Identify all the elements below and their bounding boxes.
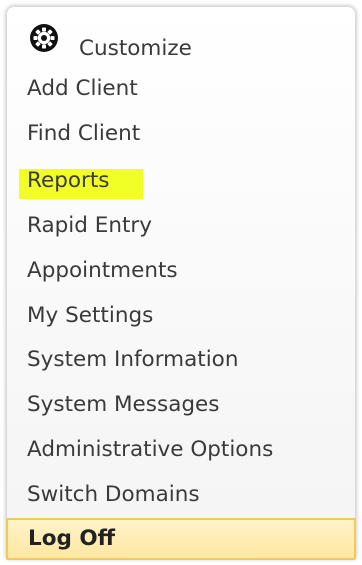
menu-item-switch-domains[interactable]: Switch Domains xyxy=(27,481,200,509)
menu-item-label: Reports xyxy=(27,168,110,193)
menu-item-label: Appointments xyxy=(27,258,178,283)
menu-item-system-information[interactable]: System Information xyxy=(27,346,238,374)
log-off-label: Log Off xyxy=(28,526,116,551)
log-off-button[interactable]: Log Off xyxy=(6,518,356,560)
menu-item-label: Administrative Options xyxy=(27,437,274,462)
menu-item-appointments[interactable]: Appointments xyxy=(27,257,178,285)
menu-item-reports[interactable]: Reports xyxy=(19,167,143,199)
menu-item-label: Add Client xyxy=(27,76,138,101)
menu-item-label: System Messages xyxy=(27,392,220,417)
dropdown-menu: Customize Add Client Find Client Reports… xyxy=(6,6,356,560)
menu-item-system-messages[interactable]: System Messages xyxy=(27,391,219,419)
menu-item-label: Switch Domains xyxy=(27,482,200,507)
menu-item-find-client[interactable]: Find Client xyxy=(27,120,140,148)
menu-item-administrative-options[interactable]: Administrative Options xyxy=(27,436,273,464)
menu-item-add-client[interactable]: Add Client xyxy=(27,75,138,103)
menu-item-my-settings[interactable]: My Settings xyxy=(27,302,153,330)
menu-item-label: Rapid Entry xyxy=(27,213,152,238)
gear-icon xyxy=(30,24,58,52)
customize-label: Customize xyxy=(79,36,192,61)
menu-item-rapid-entry[interactable]: Rapid Entry xyxy=(27,212,152,240)
menu-item-label: My Settings xyxy=(27,303,154,328)
menu-item-label: System Information xyxy=(27,347,239,372)
menu-item-label: Find Client xyxy=(27,121,141,146)
